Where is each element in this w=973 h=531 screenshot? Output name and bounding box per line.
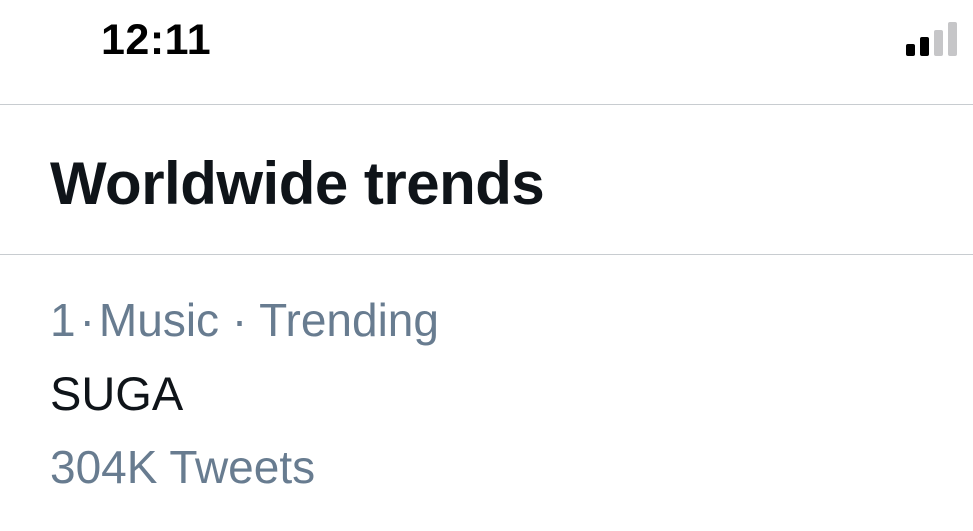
trend-item[interactable]: 1·Music · Trending SUGA 304K Tweets (0, 255, 973, 531)
trend-tweet-count: 304K Tweets (50, 441, 316, 493)
signal-bar-2 (920, 37, 929, 56)
page-header: Worldwide trends (0, 105, 973, 255)
trend-meta: 1·Music · Trending (50, 293, 439, 347)
signal-bar-3 (934, 30, 943, 56)
trend-meta-separator: · (79, 294, 95, 346)
trend-status: Trending (259, 294, 439, 346)
status-time: 12:11 (101, 16, 212, 64)
status-bar: 12:11 (0, 0, 973, 105)
signal-bar-1 (906, 44, 915, 56)
trend-name: SUGA (50, 367, 184, 420)
trend-category: Music (98, 294, 220, 346)
trend-meta-separator: · (231, 294, 248, 346)
signal-bar-4 (948, 22, 957, 56)
trend-rank: 1 (50, 294, 76, 346)
cellular-signal-icon (906, 22, 957, 56)
page-title: Worldwide trends (50, 150, 545, 217)
